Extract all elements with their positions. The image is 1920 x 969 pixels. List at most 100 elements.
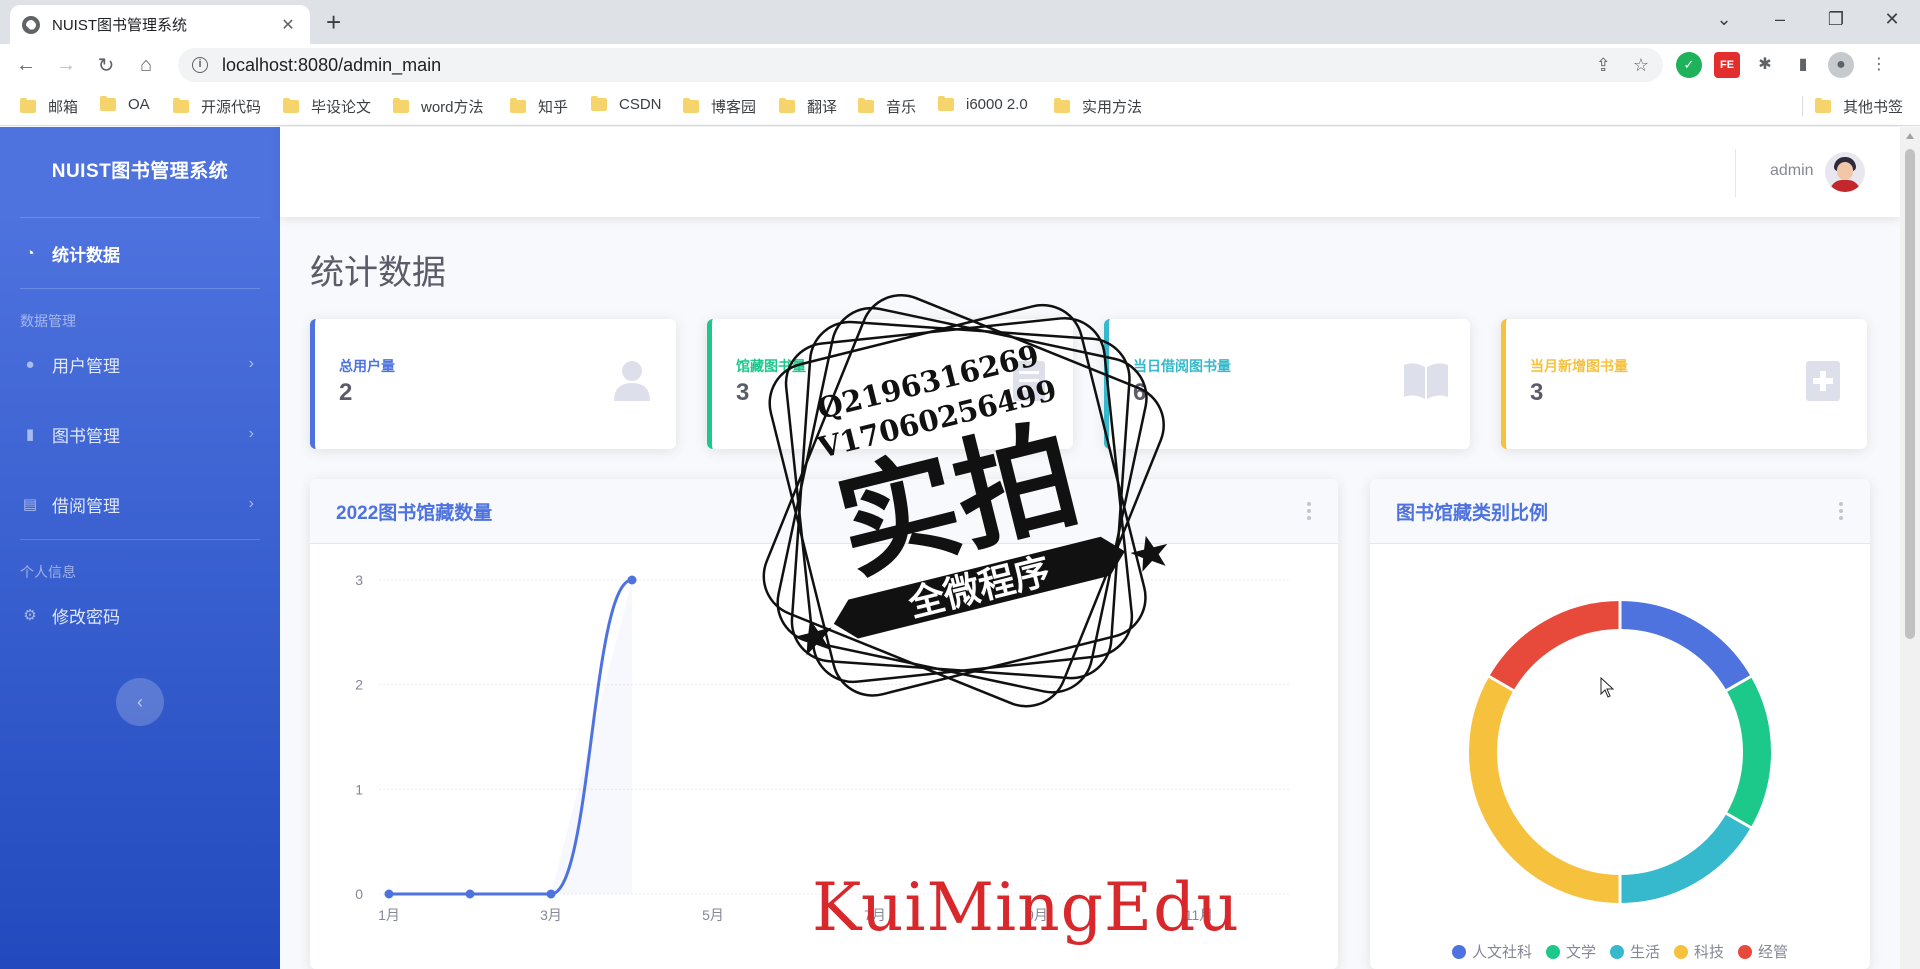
sidebar-item-dashboard[interactable]: ◔ 统计数据 [0, 218, 280, 288]
puzzle-icon[interactable]: ✱ [1752, 52, 1778, 78]
info-icon[interactable]: i [192, 57, 208, 73]
bookmark-item[interactable]: word方法 [393, 96, 484, 117]
browser-tab[interactable]: NUIST图书管理系统 ✕ [10, 5, 310, 44]
y-tick-label: 2 [355, 677, 363, 693]
extensions: ✓ FE ✱ ▮ ● ⋮ [1676, 52, 1892, 78]
new-tab-button[interactable]: + [326, 8, 341, 36]
legend-swatch [1609, 944, 1624, 959]
chevron-right-icon: › [248, 425, 254, 442]
bookmark-item[interactable]: 实用方法 [1054, 96, 1142, 117]
chevron-right-icon: › [248, 495, 254, 512]
legend-label: 生活 [1629, 944, 1660, 961]
clipboard-icon: ▤ [22, 496, 38, 513]
open-book-icon [1404, 363, 1448, 399]
pie-chart-panel: 图书馆藏类别比例 人文社科 文学 生活 科技 经管 [1370, 479, 1870, 969]
cogs-icon: ⚙ [23, 607, 37, 624]
forward-icon[interactable]: → [46, 54, 86, 77]
folder-icon [683, 98, 699, 113]
share-icon[interactable]: ⇪ [1596, 55, 1611, 76]
scroll-thumb[interactable] [1905, 149, 1915, 639]
bookmark-item[interactable]: 毕设论文 [283, 96, 371, 117]
browser-tab-strip: NUIST图书管理系统 ✕ + ⌄ – ❐ ✕ [0, 0, 1920, 44]
doughnut-chart[interactable] [1370, 544, 1870, 969]
page-scrollbar[interactable] [1900, 127, 1920, 969]
bookmark-item[interactable]: 开源代码 [173, 96, 261, 117]
legend-item[interactable]: 生活 [1609, 941, 1660, 962]
tab-search-icon[interactable]: ⌄ [1696, 0, 1752, 38]
sidebar-toggle-button[interactable]: ‹ [116, 678, 164, 726]
bookmark-item[interactable]: 翻译 [779, 96, 837, 117]
stat-card-books: 馆藏图书量 3 [707, 319, 1073, 449]
panel-header: 图书馆藏类别比例 [1370, 479, 1870, 544]
legend-item[interactable]: 科技 [1674, 941, 1724, 962]
text-watermark: KuiMingEdu [812, 869, 1240, 946]
stat-card-borrow-today: 当日借阅图书量 6 [1104, 319, 1470, 449]
minimize-button[interactable]: – [1752, 0, 1808, 38]
legend-label: 经管 [1758, 944, 1789, 961]
bookmark-item[interactable]: 音乐 [858, 96, 916, 117]
url-text[interactable]: localhost:8080/admin_main [222, 55, 1574, 76]
bookmark-item[interactable]: 知乎 [510, 96, 568, 117]
user-icon [614, 361, 650, 401]
bookmark-item[interactable]: 邮箱 [20, 96, 78, 117]
folder-icon [173, 98, 189, 113]
home-icon[interactable]: ⌂ [126, 54, 166, 77]
panel-header: 2022图书馆藏数量 [310, 479, 1338, 544]
pie-slice [1619, 813, 1751, 903]
close-window-button[interactable]: ✕ [1864, 0, 1920, 38]
bookmark-item[interactable]: 博客园 [683, 96, 756, 117]
folder-icon [779, 98, 795, 113]
folder-icon [858, 98, 874, 113]
legend-swatch [1545, 944, 1560, 959]
more-menu-icon[interactable]: ⋮ [1866, 52, 1892, 78]
more-vertical-icon[interactable] [1306, 502, 1312, 520]
bookmark-item[interactable]: i6000 2.0 [938, 96, 1028, 113]
shield-check-icon[interactable]: ✓ [1676, 52, 1702, 78]
reload-icon[interactable]: ↻ [86, 53, 126, 78]
sidebar-item-books[interactable]: ▮ 图书管理 › [0, 399, 280, 469]
back-icon[interactable]: ← [6, 54, 46, 77]
pie-slice [1469, 676, 1621, 903]
folder-icon [100, 96, 116, 111]
legend-swatch [1674, 944, 1688, 959]
page-title: 统计数据 [310, 254, 446, 292]
sidebar: NUIST图书管理系统 ◔ 统计数据 数据管理 ● 用户管理 › ▮ 图书管理 … [0, 127, 280, 969]
window-controls: ⌄ – ❐ ✕ [1696, 0, 1920, 38]
chevron-left-icon: ‹ [137, 692, 143, 712]
legend-label: 文学 [1565, 944, 1596, 961]
y-tick-label: 1 [355, 781, 363, 797]
chevron-right-icon: › [248, 355, 254, 372]
side-panel-icon[interactable]: ▮ [1790, 52, 1816, 78]
pie-slice [1619, 601, 1751, 691]
user-name[interactable]: admin [1770, 162, 1814, 180]
bookmark-item[interactable]: OA [100, 96, 150, 113]
browser-toolbar: ← → ↻ ⌂ i localhost:8080/admin_main ⇪ ☆ … [0, 44, 1920, 86]
legend-label: 科技 [1694, 944, 1725, 961]
sidebar-item-password[interactable]: ⚙ 修改密码 [0, 580, 280, 650]
chart-legend: 人文社科 文学 生活 科技 经管 [1370, 941, 1870, 962]
pie-slice [1489, 601, 1621, 691]
folder-icon [1054, 98, 1070, 113]
legend-item[interactable]: 文学 [1545, 941, 1596, 962]
legend-item[interactable]: 经管 [1738, 941, 1788, 962]
other-bookmarks[interactable]: 其他书签 [1815, 96, 1903, 117]
close-icon[interactable]: ✕ [278, 15, 298, 35]
data-point [627, 575, 637, 585]
sidebar-brand[interactable]: NUIST图书管理系统 [0, 127, 280, 217]
bookmark-star-icon[interactable]: ☆ [1633, 55, 1649, 76]
address-bar[interactable]: i localhost:8080/admin_main ⇪ ☆ [178, 48, 1663, 82]
stat-label: 当月新增图书量 [1530, 358, 1628, 374]
mouse-cursor-icon [1600, 677, 1614, 698]
avatar[interactable] [1825, 152, 1865, 192]
fe-extension-icon[interactable]: FE [1714, 52, 1740, 78]
data-point [384, 889, 394, 899]
folder-icon [283, 98, 299, 113]
scroll-up-arrow[interactable] [1906, 133, 1914, 139]
legend-item[interactable]: 人文社科 [1451, 941, 1532, 962]
sidebar-item-borrow[interactable]: ▤ 借阅管理 › [0, 469, 280, 539]
maximize-button[interactable]: ❐ [1808, 0, 1864, 38]
profile-icon[interactable]: ● [1828, 52, 1854, 78]
sidebar-item-users[interactable]: ● 用户管理 › [0, 329, 280, 399]
more-vertical-icon[interactable] [1838, 502, 1844, 520]
bookmark-item[interactable]: CSDN [591, 96, 662, 113]
